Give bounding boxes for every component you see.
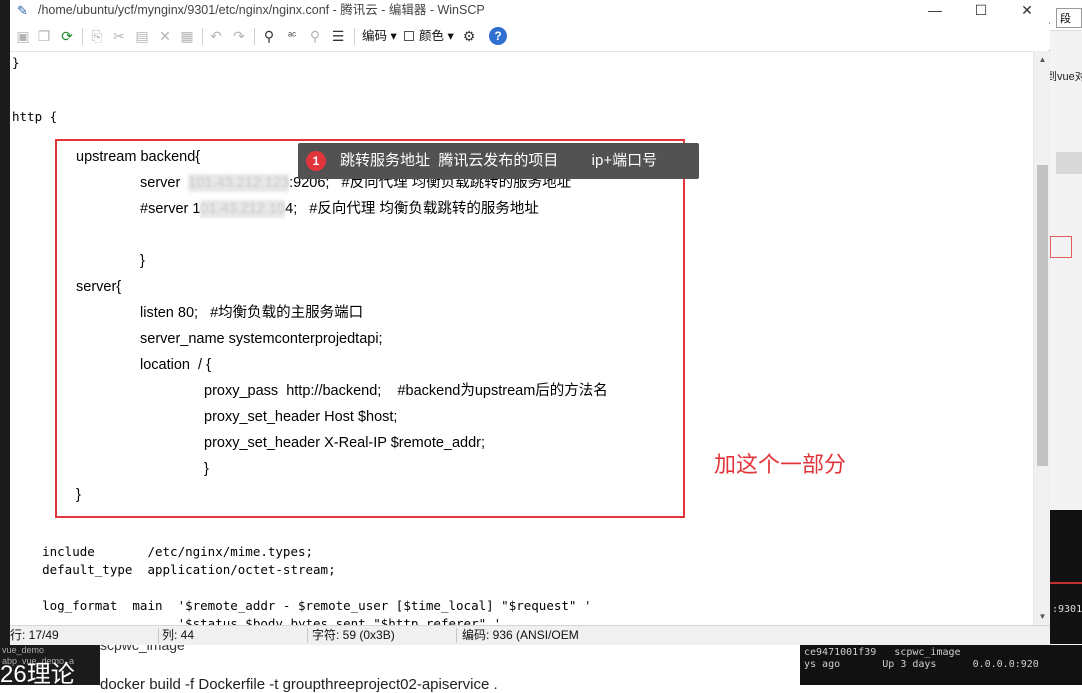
editor-toolbar: ▣ ❐ ⟳ ⎘ ✂ ▤ ✕ ▦ ↶ ↷ ⚲ ᵃᶜ ⚲ ☰ 编码 ▾ 颜色 ▾ ⚙…: [10, 24, 1050, 50]
vertical-scrollbar[interactable]: ▲ ▼: [1033, 51, 1050, 625]
background-selected-row: [1056, 152, 1082, 174]
window-title: /home/ubuntu/ycf/mynginx/9301/etc/nginx/…: [38, 3, 485, 17]
color-dropdown[interactable]: 颜色 ▾: [419, 28, 454, 45]
annotation-highlight-box: [55, 139, 685, 518]
paste-icon[interactable]: ▤: [133, 27, 151, 45]
background-paragraph-button: 段落: [1056, 8, 1082, 28]
help-icon[interactable]: ?: [489, 27, 507, 45]
status-separator: [158, 628, 159, 643]
status-character: 字符: 59 (0x3B): [312, 628, 395, 642]
background-terminal-right: [1050, 510, 1082, 644]
save-all-icon[interactable]: ❐: [35, 27, 53, 45]
code-line: default_type application/octet-stream;: [12, 562, 336, 577]
status-separator: [456, 628, 457, 643]
status-column: 列: 44: [162, 628, 195, 642]
scroll-down-icon[interactable]: ▼: [1034, 608, 1051, 625]
cut-icon[interactable]: ✂: [110, 27, 128, 45]
find-next-icon[interactable]: ⚲: [306, 27, 324, 45]
code-editor[interactable]: } http { upstream backend{ server 101.43…: [10, 51, 1033, 626]
delete-icon[interactable]: ✕: [156, 27, 174, 45]
background-terminal-output: ce9471001f39 scpwc_image ys ago Up 3 day…: [800, 645, 1082, 685]
background-heading-text: 26理论: [0, 661, 75, 688]
background-demo-text: vue_demo: [2, 645, 45, 655]
annotation-tooltip: 1 跳转服务地址 腾讯云发布的项目 ip+端口号: [298, 143, 699, 179]
scrollbar-thumb[interactable]: [1037, 165, 1048, 466]
status-line: 行: 17/49: [10, 628, 59, 642]
code-line: http {: [12, 109, 58, 124]
toolbar-separator: [254, 28, 255, 45]
status-separator: [307, 628, 308, 643]
annotation-tooltip-text: 跳转服务地址 腾讯云发布的项目 ip+端口号: [340, 152, 658, 169]
maximize-button[interactable]: ☐: [958, 0, 1004, 22]
code-line: include /etc/nginx/mime.types;: [12, 544, 314, 559]
status-bar: 行: 17/49 列: 44 字符: 59 (0x3B) 编码: 936 (AN…: [10, 625, 1050, 645]
background-red-line: [1050, 582, 1082, 584]
color-checkbox[interactable]: [404, 31, 414, 41]
select-all-icon[interactable]: ▦: [178, 27, 196, 45]
editor-window: ✎ /home/ubuntu/ycf/mynginx/9301/etc/ngin…: [10, 0, 1050, 645]
code-line: log_format main '$remote_addr - $remote_…: [12, 598, 592, 613]
encoding-dropdown[interactable]: 编码 ▾: [362, 28, 397, 45]
minimize-button[interactable]: —: [912, 0, 958, 22]
annotation-note: 加这个一部分: [714, 452, 847, 477]
background-red-outline: [1050, 236, 1072, 258]
background-port-text: :9301: [1052, 604, 1082, 615]
annotation-number-badge: 1: [306, 151, 326, 171]
title-bar[interactable]: ✎ /home/ubuntu/ycf/mynginx/9301/etc/ngin…: [10, 0, 1050, 22]
background-terminal-left: [0, 0, 10, 685]
background-text-vue: 到vue对: [1046, 71, 1082, 83]
redo-icon[interactable]: ↷: [230, 27, 248, 45]
settings-icon[interactable]: ⚙: [460, 27, 478, 45]
status-encoding: 编码: 936 (ANSI/OEM: [462, 628, 579, 642]
goto-line-icon[interactable]: ☰: [329, 27, 347, 45]
scroll-up-icon[interactable]: ▲: [1034, 51, 1051, 68]
toolbar-separator: [82, 28, 83, 45]
close-button[interactable]: ✕: [1004, 0, 1050, 22]
code-line: }: [12, 55, 20, 70]
replace-icon[interactable]: ᵃᶜ: [283, 27, 301, 45]
copy-icon[interactable]: ⎘: [88, 27, 106, 45]
find-icon[interactable]: ⚲: [260, 27, 278, 45]
reload-icon[interactable]: ⟳: [58, 27, 76, 45]
undo-icon[interactable]: ↶: [207, 27, 225, 45]
toolbar-separator: [202, 28, 203, 45]
editor-app-icon: ✎: [17, 3, 28, 18]
toolbar-separator: [354, 28, 355, 45]
save-icon[interactable]: ▣: [14, 27, 32, 45]
